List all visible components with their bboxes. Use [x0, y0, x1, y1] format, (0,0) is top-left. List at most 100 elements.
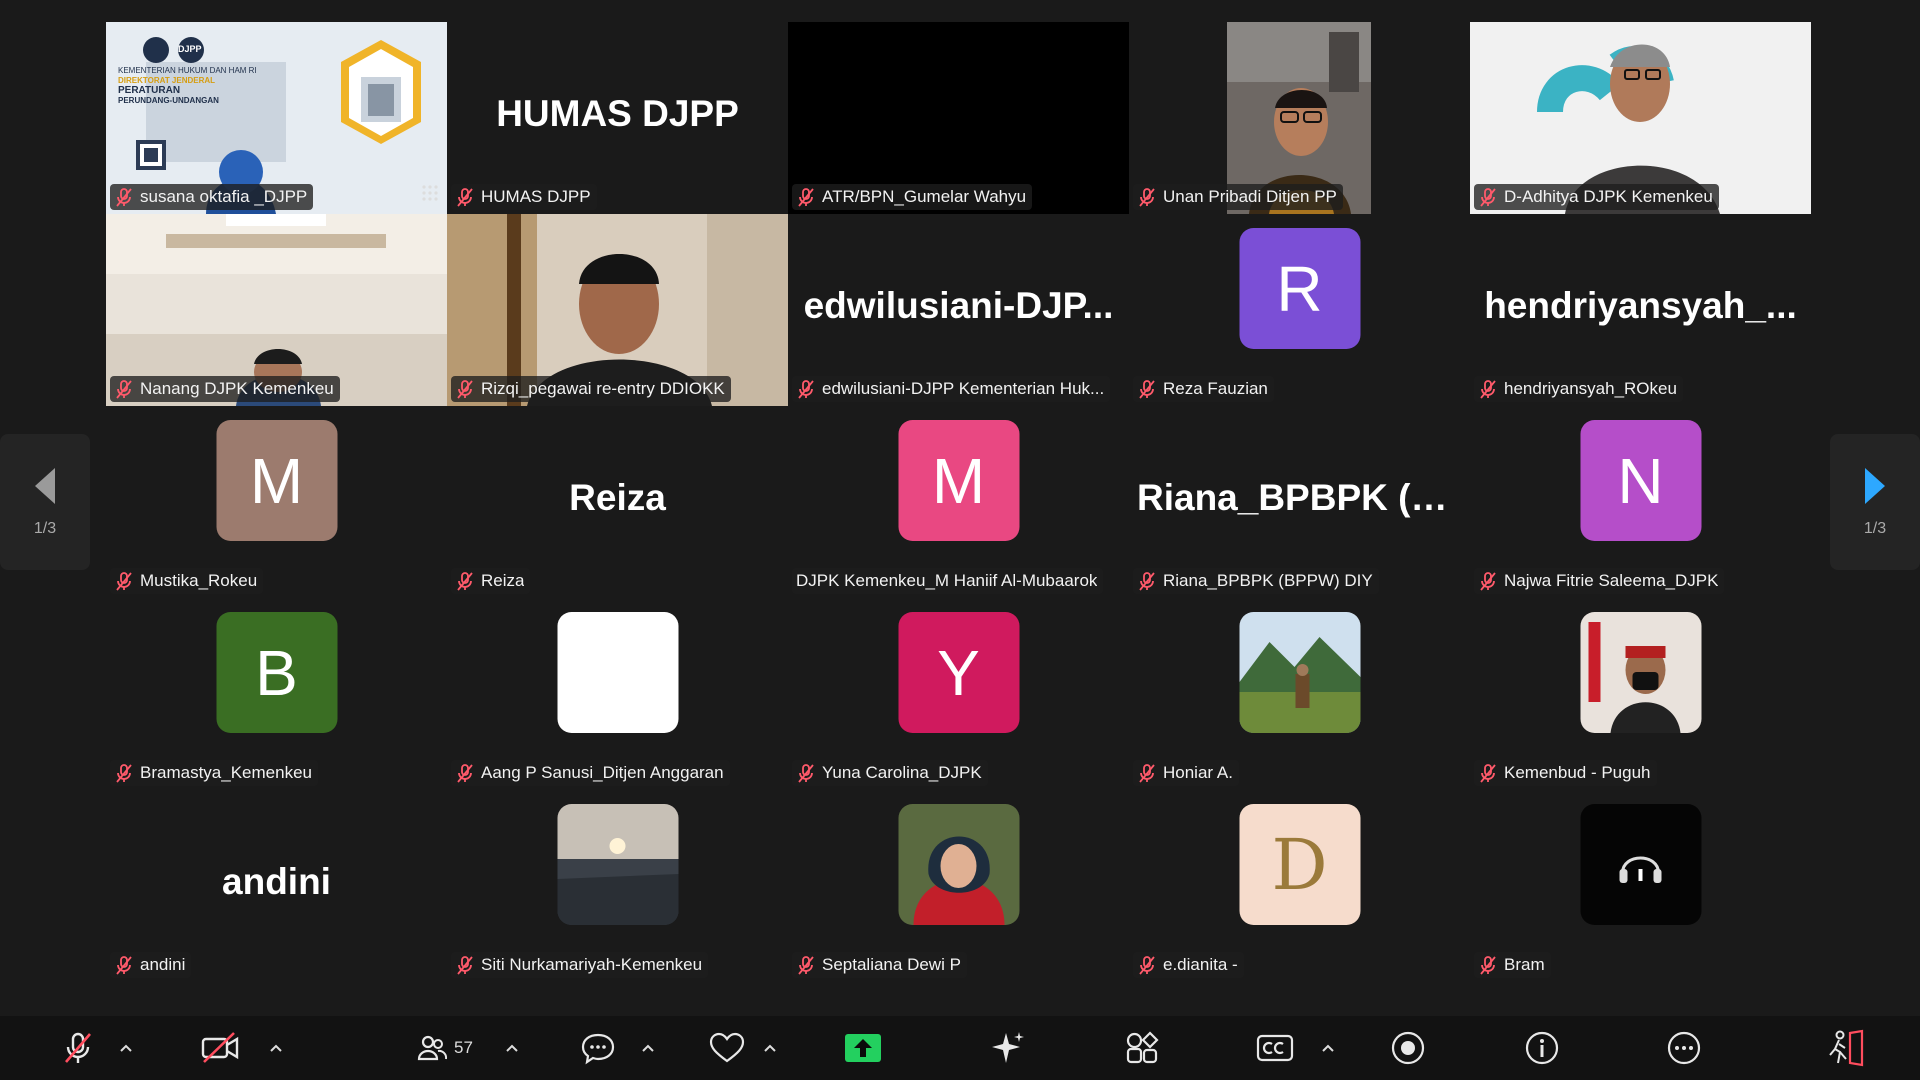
- video-options-caret[interactable]: [268, 1026, 284, 1070]
- participant-nameplate: ATR/BPN_Gumelar Wahyu: [792, 184, 1033, 210]
- participant-name: susana oktafia _DJPP: [140, 187, 308, 206]
- participant-name: D-Adhitya DJPK Kemenkeu: [1504, 187, 1713, 206]
- reactions-button[interactable]: [708, 1026, 746, 1070]
- chevron-up-icon: [764, 1044, 776, 1052]
- participant-tile[interactable]: Nanang DJPK Kemenkeu: [106, 214, 447, 406]
- microphone-muted-icon: [457, 380, 473, 399]
- participant-nameplate: e.dianita -: [1133, 952, 1244, 978]
- participant-nameplate: D-Adhitya DJPK Kemenkeu: [1474, 184, 1719, 210]
- participant-name: Najwa Fitrie Saleema_DJPK: [1504, 571, 1719, 590]
- participant-nameplate: Septaliana Dewi P: [792, 952, 967, 978]
- participant-nameplate: Unan Pribadi Ditjen PP: [1133, 184, 1343, 210]
- participant-name: Bramastya_Kemenkeu: [140, 763, 312, 782]
- participant-tile[interactable]: Y Yuna Carolina_DJPK: [788, 598, 1129, 790]
- chevron-up-icon: [270, 1044, 282, 1052]
- microphone-muted-icon: [1139, 764, 1155, 783]
- sparkle-icon: [992, 1032, 1024, 1063]
- more-options-button[interactable]: [1666, 1026, 1702, 1070]
- reactions-options-caret[interactable]: [762, 1026, 778, 1070]
- microphone-muted-icon: [116, 572, 132, 591]
- participant-tile[interactable]: Reiza Reiza: [447, 406, 788, 598]
- participant-avatar: [1580, 612, 1701, 733]
- chat-options-caret[interactable]: [640, 1026, 656, 1070]
- participant-nameplate: susana oktafia _DJPP: [110, 184, 314, 210]
- participant-tile[interactable]: Honiar A.: [1129, 598, 1470, 790]
- participant-tile[interactable]: B Bramastya_Kemenkeu: [106, 598, 447, 790]
- participant-avatar: R: [1239, 228, 1360, 349]
- participant-name: DJPK Kemenkeu_M Haniif Al-Mubaarok: [796, 571, 1098, 590]
- audio-options-caret[interactable]: [118, 1026, 134, 1070]
- participant-name: Unan Pribadi Ditjen PP: [1163, 187, 1337, 206]
- participant-tile[interactable]: Bram: [1470, 790, 1811, 982]
- microphone-muted-icon: [1480, 188, 1496, 207]
- participant-tile[interactable]: KEMENTERIAN HUKUM DAN HAM RI DIREKTORAT J…: [106, 22, 447, 214]
- microphone-muted-icon: [457, 188, 473, 207]
- participant-name: Yuna Carolina_DJPK: [822, 763, 982, 782]
- participants-count: 57: [454, 1038, 473, 1057]
- participant-tile[interactable]: D-Adhitya DJPK Kemenkeu: [1470, 22, 1811, 214]
- captions-button[interactable]: [1256, 1026, 1294, 1070]
- participant-avatar: D: [1239, 804, 1360, 925]
- chevron-up-icon: [506, 1044, 518, 1052]
- meeting-info-button[interactable]: [1524, 1026, 1560, 1070]
- participant-name: andini: [140, 955, 186, 974]
- participant-nameplate: Nanang DJPK Kemenkeu: [110, 376, 340, 402]
- participant-tile[interactable]: M Mustika_Rokeu: [106, 406, 447, 598]
- record-button[interactable]: [1390, 1026, 1426, 1070]
- captions-options-caret[interactable]: [1320, 1026, 1336, 1070]
- participant-name: Nanang DJPK Kemenkeu: [140, 379, 334, 398]
- participant-display-name: Reiza: [569, 476, 666, 518]
- participant-nameplate: Mustika_Rokeu: [110, 568, 264, 594]
- participant-nameplate: Bramastya_Kemenkeu: [110, 760, 318, 786]
- participant-name: edwilusiani-DJPP Kementerian Huk...: [822, 379, 1105, 398]
- participant-tile[interactable]: De.dianita -: [1129, 790, 1470, 982]
- participant-display-name: edwilusiani-DJP...: [803, 284, 1114, 326]
- participant-tile[interactable]: M DJPK Kemenkeu_M Haniif Al-Mubaarok: [788, 406, 1129, 598]
- participant-display-name: hendriyansyah_...: [1484, 284, 1797, 326]
- participant-tile[interactable]: Siti Nurkamariyah-Kemenkeu: [447, 790, 788, 982]
- participant-grid: KEMENTERIAN HUKUM DAN HAM RI DIREKTORAT J…: [106, 22, 1811, 982]
- participant-name: Reza Fauzian: [1163, 379, 1268, 398]
- ai-companion-button[interactable]: [990, 1026, 1026, 1070]
- leave-meeting-button[interactable]: [1826, 1026, 1866, 1070]
- microphone-muted-icon: [116, 956, 132, 975]
- participant-tile[interactable]: Rizqi_pegawai re-entry DDIOKK: [447, 214, 788, 406]
- slide-line-4: PERUNDANG-UNDANGAN: [118, 96, 219, 105]
- microphone-muted-icon: [457, 764, 473, 783]
- participant-tile[interactable]: Kemenbud - Puguh: [1470, 598, 1811, 790]
- participant-tile[interactable]: Riana_BPBPK (B... Riana_BPBPK (BPPW) DIY: [1129, 406, 1470, 598]
- avatar-initial: B: [255, 636, 298, 709]
- participant-tile[interactable]: ATR/BPN_Gumelar Wahyu: [788, 22, 1129, 214]
- participant-nameplate: Bram: [1474, 952, 1551, 978]
- slide-line-1: KEMENTERIAN HUKUM DAN HAM RI: [118, 66, 257, 75]
- participant-avatar: [1580, 804, 1701, 925]
- participant-avatar: M: [216, 420, 337, 541]
- participant-tile[interactable]: edwilusiani-DJP... edwilusiani-DJPP Kemen…: [788, 214, 1129, 406]
- drag-handle-icon[interactable]: [421, 184, 439, 202]
- participant-avatar: [898, 804, 1019, 925]
- participant-tile[interactable]: Septaliana Dewi P: [788, 790, 1129, 982]
- mute-button[interactable]: [60, 1026, 96, 1070]
- participant-tile[interactable]: Unan Pribadi Ditjen PP: [1129, 22, 1470, 214]
- participant-nameplate: Reiza: [451, 568, 531, 594]
- participant-tile[interactable]: Aang P Sanusi_Ditjen Anggaran: [447, 598, 788, 790]
- participants-icon: [417, 1035, 448, 1061]
- participants-button[interactable]: 57: [416, 1026, 473, 1070]
- participants-options-caret[interactable]: [504, 1026, 520, 1070]
- participant-tile[interactable]: N Najwa Fitrie Saleema_DJPK: [1470, 406, 1811, 598]
- participant-tile[interactable]: HUMAS DJPP HUMAS DJPP: [447, 22, 788, 214]
- participant-tile[interactable]: andini andini: [106, 790, 447, 982]
- stop-video-button[interactable]: [200, 1026, 240, 1070]
- participant-name: Siti Nurkamariyah-Kemenkeu: [481, 955, 703, 974]
- next-page-button[interactable]: 1/3: [1830, 434, 1920, 570]
- previous-page-button[interactable]: 1/3: [0, 434, 90, 570]
- share-screen-button[interactable]: [844, 1026, 882, 1070]
- apps-button[interactable]: [1124, 1026, 1160, 1070]
- participant-tile[interactable]: hendriyansyah_... hendriyansyah_ROkeu: [1470, 214, 1811, 406]
- chat-button[interactable]: [580, 1026, 616, 1070]
- participant-display-name: Riana_BPBPK (B...: [1137, 476, 1469, 518]
- participant-tile[interactable]: R Reza Fauzian: [1129, 214, 1470, 406]
- more-horizontal-icon: [1667, 1031, 1701, 1065]
- page-indicator-left: 1/3: [33, 520, 57, 537]
- microphone-muted-icon: [798, 380, 814, 399]
